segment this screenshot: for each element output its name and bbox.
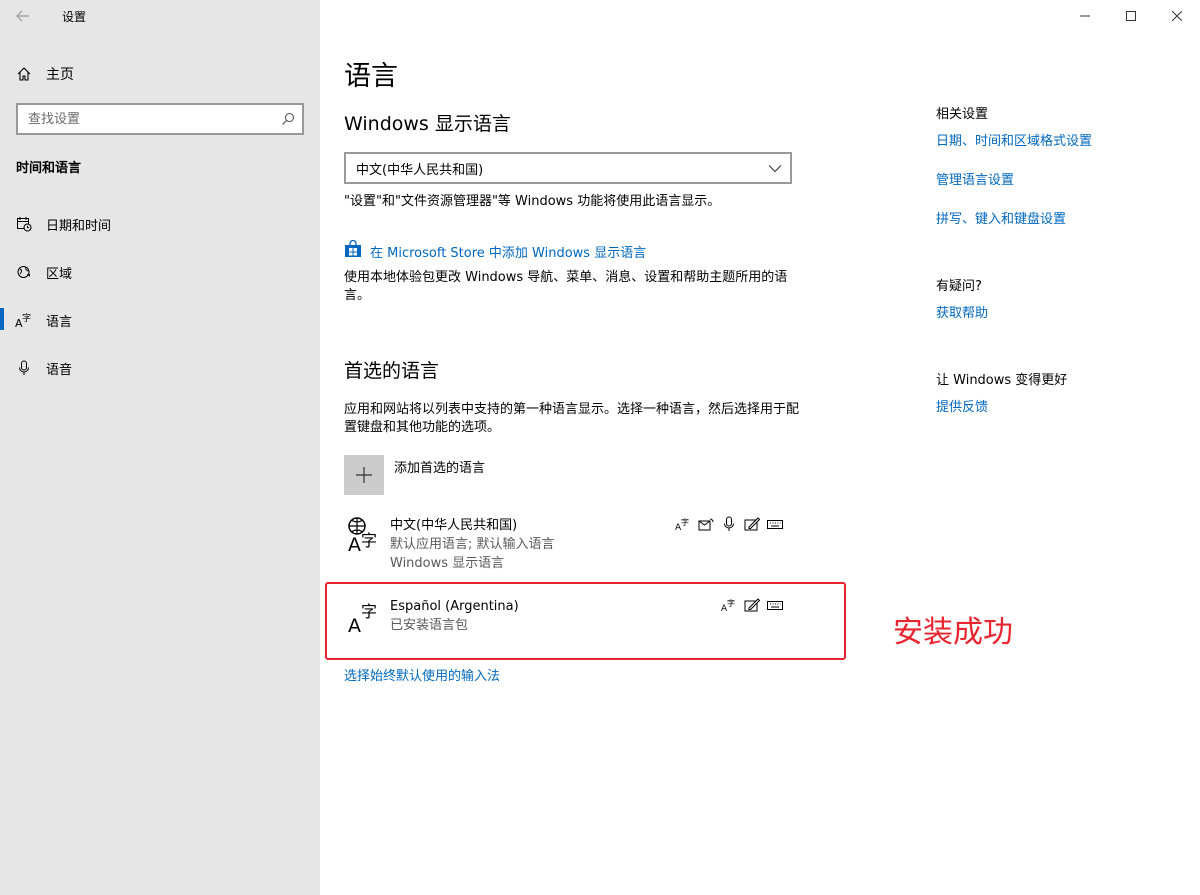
microphone-icon xyxy=(0,360,48,376)
sidebar: 设置 主页 时间和语言 日期和时间 区域 A字 语言 语音 xyxy=(0,0,320,895)
page-title: 语言 xyxy=(344,61,398,92)
sidebar-item-speech[interactable]: 语音 xyxy=(0,346,320,390)
language-name: 中文(中华人民共和国) xyxy=(390,518,518,533)
language-text: 中文(中华人民共和国) 默认应用语言; 默认输入语言 Windows 显示语言 xyxy=(390,516,555,573)
search-icon[interactable] xyxy=(280,111,296,131)
maximize-icon xyxy=(1126,11,1136,21)
home-icon xyxy=(0,66,48,82)
default-input-method-link-wrap: 选择始终默认使用的输入法 xyxy=(344,665,500,684)
svg-text:字: 字 xyxy=(681,517,689,527)
language-pack-icon: A字 xyxy=(346,516,382,556)
feedback-heading: 让 Windows 变得更好 xyxy=(936,373,1068,388)
sidebar-item-label: 语音 xyxy=(46,362,73,378)
sidebar-item-region[interactable]: 区域 xyxy=(0,250,320,294)
default-input-method-link[interactable]: 选择始终默认使用的输入法 xyxy=(344,669,500,684)
search-input[interactable] xyxy=(28,111,268,127)
display-language-dropdown[interactable]: 中文(中华人民共和国) xyxy=(344,152,792,184)
display-language-note: "设置"和"文件资源管理器"等 Windows 功能将使用此语言显示。 xyxy=(344,194,721,209)
related-link-spelling-typing-keyboard[interactable]: 拼写、键入和键盘设置 xyxy=(936,208,1066,227)
store-icon xyxy=(344,239,362,262)
store-link-label[interactable]: 在 Microsoft Store 中添加 Windows 显示语言 xyxy=(370,242,646,261)
calendar-clock-icon xyxy=(0,216,48,232)
preferred-languages-heading: 首选的语言 xyxy=(344,360,440,382)
language-features: A字 xyxy=(674,516,783,532)
display-language-icon: A字 xyxy=(674,516,691,532)
install-success-annotation: 安装成功 xyxy=(893,615,1013,650)
related-link-manage-language[interactable]: 管理语言设置 xyxy=(936,169,1014,188)
sidebar-item-label: 语言 xyxy=(46,314,73,330)
sidebar-item-language[interactable]: A字 语言 xyxy=(0,298,320,342)
search-box[interactable] xyxy=(16,103,304,135)
sidebar-item-date-time[interactable]: 日期和时间 xyxy=(0,202,320,246)
sidebar-section-title: 时间和语言 xyxy=(16,161,82,176)
plus-icon xyxy=(344,455,384,495)
sidebar-item-label: 日期和时间 xyxy=(46,218,112,234)
display-language-heading: Windows 显示语言 xyxy=(344,113,511,135)
handwriting-icon xyxy=(743,516,760,532)
keyboard-icon xyxy=(766,516,783,532)
sidebar-item-label: 区域 xyxy=(46,266,73,282)
chevron-down-icon xyxy=(768,161,782,179)
add-language-button[interactable]: 添加首选的语言 xyxy=(344,455,485,495)
language-item-zh-cn[interactable]: A字 中文(中华人民共和国) 默认应用语言; 默认输入语言 Windows 显示… xyxy=(344,516,792,572)
related-settings-heading: 相关设置 xyxy=(936,107,989,122)
svg-text:字: 字 xyxy=(361,531,377,550)
store-description: 使用本地体验包更改 Windows 导航、菜单、消息、设置和帮助主题所用的语言。 xyxy=(344,270,788,303)
related-link-date-region-format[interactable]: 日期、时间和区域格式设置 xyxy=(936,130,1092,149)
globe-region-icon xyxy=(0,264,48,280)
svg-text:A: A xyxy=(348,534,361,552)
svg-text:字: 字 xyxy=(22,312,31,324)
help-heading: 有疑问? xyxy=(936,279,982,294)
text-to-speech-icon xyxy=(697,516,714,532)
maximize-button[interactable] xyxy=(1108,0,1154,32)
add-language-label: 添加首选的语言 xyxy=(394,461,486,476)
language-subtitle: 默认应用语言; 默认输入语言 xyxy=(390,537,555,552)
highlight-box xyxy=(325,582,846,660)
close-button[interactable] xyxy=(1154,0,1200,32)
dropdown-selected-value: 中文(中华人民共和国) xyxy=(356,162,484,178)
back-button[interactable] xyxy=(0,0,46,32)
window-controls xyxy=(1062,0,1200,32)
store-link[interactable]: 在 Microsoft Store 中添加 Windows 显示语言 xyxy=(344,239,646,262)
minimize-icon xyxy=(1080,15,1090,17)
minimize-button[interactable] xyxy=(1062,0,1108,32)
home-label: 主页 xyxy=(46,67,74,83)
close-icon xyxy=(1172,11,1182,21)
preferred-languages-description: 应用和网站将以列表中支持的第一种语言显示。选择一种语言，然后选择用于配置键盘和其… xyxy=(344,402,800,435)
get-help-link[interactable]: 获取帮助 xyxy=(936,302,988,321)
language-icon: A字 xyxy=(0,312,48,328)
language-subtitle: Windows 显示语言 xyxy=(390,556,505,571)
app-title: 设置 xyxy=(62,9,87,24)
titlebar: 设置 xyxy=(0,0,320,32)
speech-recognition-icon xyxy=(720,516,737,532)
home-nav-item[interactable]: 主页 xyxy=(0,56,320,92)
back-arrow-icon xyxy=(16,10,29,22)
give-feedback-link[interactable]: 提供反馈 xyxy=(936,396,988,415)
